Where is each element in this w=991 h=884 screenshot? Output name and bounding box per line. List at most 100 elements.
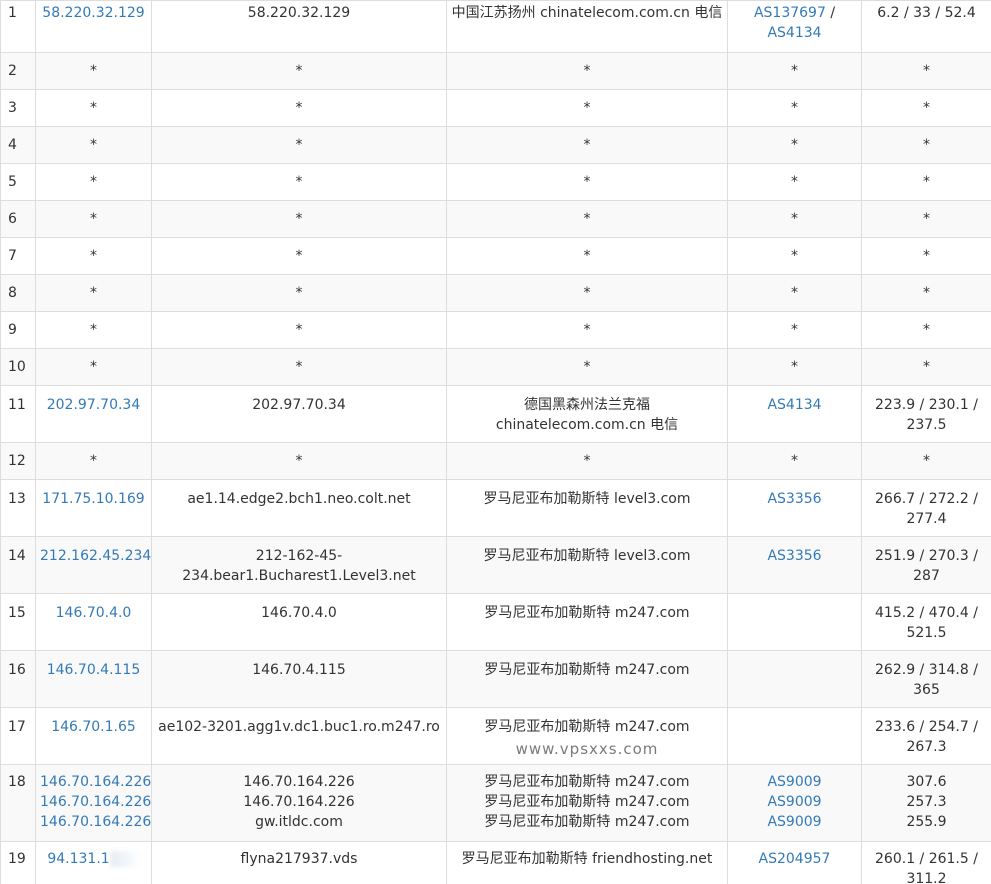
location: * <box>583 285 591 301</box>
hostname: 58.220.32.129 <box>247 5 351 21</box>
ip-link[interactable]: 146.70.164.226 <box>40 812 151 832</box>
table-row: 1 58.220.32.129 58.220.32.129 中国江苏扬州 chinat… <box>0 0 991 53</box>
asn-cell: AS3356 <box>727 479 862 537</box>
hop-number: 15 <box>8 605 26 621</box>
asn-separator: / <box>825 5 836 21</box>
latency-value: * <box>923 453 930 469</box>
table-row: 17 146.70.1.65 ae102-3201.agg1v.dc1.buc1.r… <box>0 707 991 765</box>
hop-number-cell: 6 <box>0 200 36 238</box>
asn-link[interactable]: AS9009 <box>732 772 857 792</box>
latency-value: 260.1 / 261.5 / <box>875 851 978 867</box>
location: 中国江苏扬州 chinatelecom.com.cn 电信 <box>451 5 723 21</box>
table-row: 3 * * * * * <box>0 89 991 127</box>
location-cell: * <box>446 200 728 238</box>
latency-value: * <box>923 285 930 301</box>
ip-timeout: * <box>90 211 97 227</box>
latency-cell: 223.9 / 230.1 / 237.5 <box>861 385 991 443</box>
latency-value: 6.2 / 33 / 52.4 <box>877 5 976 21</box>
location: 罗马尼亚布加勒斯特 m247.com <box>484 814 690 830</box>
asn-link[interactable]: AS4134 <box>732 395 857 415</box>
location: 罗马尼亚布加勒斯特 level3.com <box>483 491 691 507</box>
latency-value: 267.3 <box>906 739 947 755</box>
asn-timeout: * <box>791 211 798 227</box>
latency-cell: * <box>861 274 991 312</box>
asn-timeout: * <box>791 137 798 153</box>
ip-link[interactable]: 58.220.32.129 <box>40 3 147 23</box>
latency-value: * <box>923 174 930 190</box>
latency-cell: * <box>861 311 991 349</box>
ip-timeout: * <box>90 359 97 375</box>
asn-link[interactable]: AS9009 <box>732 792 857 812</box>
asn-cell: * <box>727 89 862 127</box>
hostname-cell: 146.70.164.226 146.70.164.226 gw.itldc.com <box>151 764 447 842</box>
table-row: 9 * * * * * <box>0 311 991 349</box>
location: 罗马尼亚布加勒斯特 m247.com <box>484 605 690 621</box>
location-cell: * <box>446 163 728 201</box>
latency-value: 255.9 <box>906 814 947 830</box>
asn-link[interactable]: AS9009 <box>732 812 857 832</box>
latency-value: 365 <box>913 682 940 698</box>
hop-number: 11 <box>8 397 26 413</box>
ip-link[interactable]: 146.70.1.65 <box>40 717 147 737</box>
table-row: 13 171.75.10.169 ae1.14.edge2.bch1.neo.col… <box>0 479 991 537</box>
location-cell: * <box>446 126 728 164</box>
latency-value: 257.3 <box>906 794 947 810</box>
hostname-cell: * <box>151 348 447 386</box>
hop-number: 12 <box>8 453 26 469</box>
ip-link[interactable]: 146.70.164.226 <box>40 792 151 812</box>
asn-cell: AS137697 / AS4134 <box>727 0 862 53</box>
asn-link[interactable]: AS204957 <box>732 849 857 869</box>
hop-number-cell: 7 <box>0 237 36 275</box>
asn-link[interactable]: AS3356 <box>732 546 857 566</box>
location-cell: 罗马尼亚布加勒斯特 m247.com www.vpsxxs.com <box>446 707 728 765</box>
location-cell: 罗马尼亚布加勒斯特 m247.com <box>446 650 728 708</box>
hostname: * <box>295 100 303 116</box>
ip-link[interactable]: 202.97.70.34 <box>40 395 147 415</box>
asn-cell <box>727 593 862 651</box>
ip-link[interactable]: 146.70.4.115 <box>40 660 147 680</box>
ip-link[interactable]: 146.70.164.226 <box>40 772 151 792</box>
location: 罗马尼亚布加勒斯特 level3.com <box>483 548 691 564</box>
asn-timeout: * <box>791 248 798 264</box>
location-cell: * <box>446 237 728 275</box>
ip-cell: 146.70.1.65 <box>35 707 152 765</box>
ip-link[interactable]: 146.70.4.0 <box>40 603 147 623</box>
latency-value: * <box>923 211 930 227</box>
latency-cell: 266.7 / 272.2 / 277.4 <box>861 479 991 537</box>
asn-link[interactable]: AS137697 <box>754 5 826 21</box>
latency-cell: 262.9 / 314.8 / 365 <box>861 650 991 708</box>
ip-link[interactable]: 171.75.10.169 <box>40 489 147 509</box>
latency-cell: * <box>861 126 991 164</box>
hostname: * <box>295 211 303 227</box>
table-row: 14 212.162.45.234 212-162-45- 234.bear1.Buc… <box>0 536 991 594</box>
location: 罗马尼亚布加勒斯特 m247.com <box>484 774 690 790</box>
location-cell: * <box>446 52 728 90</box>
ip-link[interactable]: 212.162.45.234 <box>40 546 151 566</box>
location: * <box>583 63 591 79</box>
hop-number: 5 <box>8 174 17 190</box>
hostname-cell: ae1.14.edge2.bch1.neo.colt.net <box>151 479 447 537</box>
ip-cell: 212.162.45.234 <box>35 536 152 594</box>
location: chinatelecom.com.cn 电信 <box>495 417 679 433</box>
hostname: gw.itldc.com <box>255 814 343 830</box>
asn-link[interactable]: AS3356 <box>732 489 857 509</box>
table-row: 18 146.70.164.226 146.70.164.226 146.70.164… <box>0 764 991 842</box>
hop-number-cell: 18 <box>0 764 36 842</box>
table-row: 11 202.97.70.34 202.97.70.34 德国黑森州法兰克福 china… <box>0 385 991 443</box>
location-cell: 罗马尼亚布加勒斯特 friendhosting.net <box>446 841 728 884</box>
latency-value: 237.5 <box>906 417 947 433</box>
asn-cell: AS204957 <box>727 841 862 884</box>
ip-cell: 94.131.1 <box>35 841 152 884</box>
hostname-cell: flyna217937.vds <box>151 841 447 884</box>
hop-number-cell: 13 <box>0 479 36 537</box>
ip-timeout: * <box>90 248 97 264</box>
asn-cell: * <box>727 52 862 90</box>
ip-timeout: * <box>90 174 97 190</box>
ip-link[interactable]: 94.131.1 <box>40 849 147 869</box>
hostname-cell: * <box>151 200 447 238</box>
asn-link[interactable]: AS4134 <box>732 23 857 43</box>
location-cell: * <box>446 311 728 349</box>
hop-number: 13 <box>8 491 26 507</box>
hostname: * <box>295 359 303 375</box>
table-row: 8 * * * * * <box>0 274 991 312</box>
